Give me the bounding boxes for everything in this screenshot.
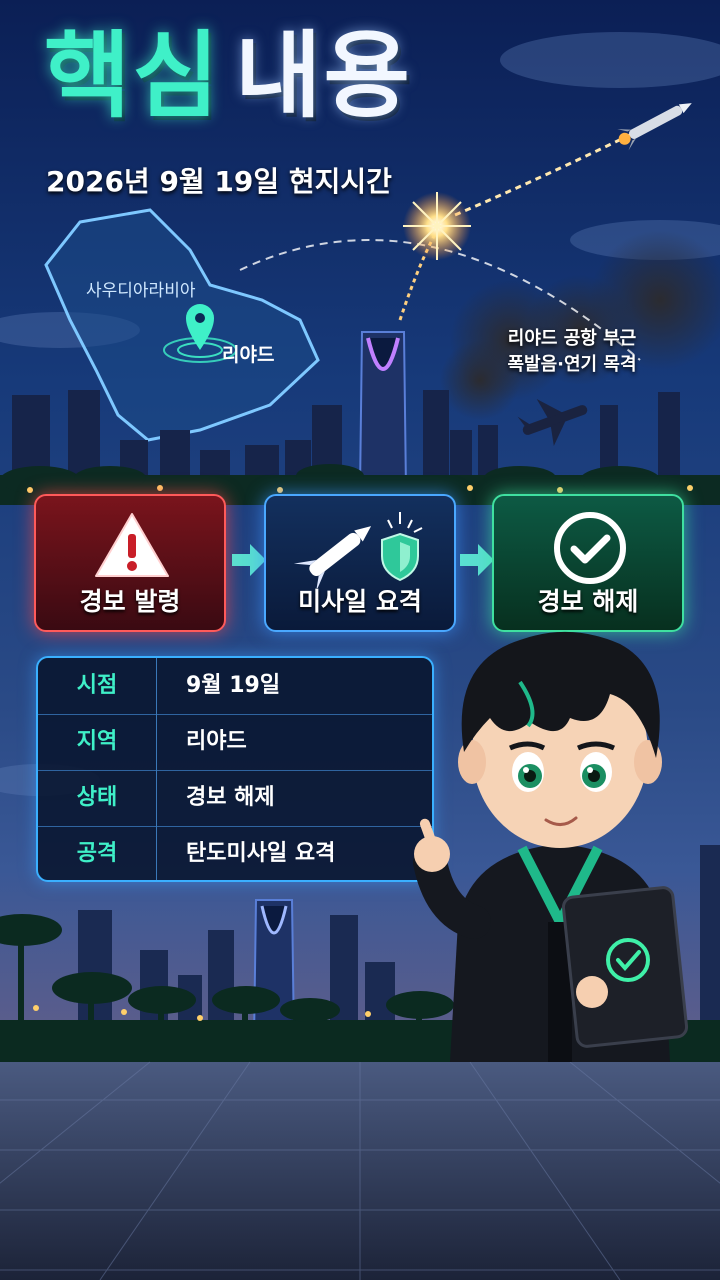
table-row: 공격 탄도미사일 요격 bbox=[38, 826, 432, 880]
table-row: 시점 9월 19일 bbox=[38, 658, 432, 715]
mascot-character bbox=[413, 631, 689, 1062]
table-row: 상태 경보 해제 bbox=[38, 770, 432, 827]
flow-arrow-icon bbox=[232, 544, 266, 576]
flow-step-clear: 경보 해제 bbox=[492, 494, 684, 632]
info-table: 시점 9월 19일 지역 리야드 상태 경보 해제 공격 탄도미사일 요격 bbox=[36, 656, 434, 882]
check-circle-icon bbox=[554, 512, 626, 584]
flow-step-intercept: 미사일 요격 bbox=[264, 494, 456, 632]
table-value: 경보 해제 bbox=[186, 785, 275, 810]
flow-step-clear-label: 경보 해제 bbox=[537, 587, 639, 616]
flow-step-alert: 경보 발령 bbox=[34, 494, 226, 632]
witness-note: 리야드 공항 부근 폭발음·연기 목격 bbox=[472, 326, 672, 378]
table-key: 상태 bbox=[38, 770, 157, 826]
map-city-label: 리야드 bbox=[222, 344, 275, 366]
warning-triangle-icon bbox=[95, 513, 169, 577]
missile-shield-icon bbox=[293, 512, 423, 588]
flow-arrow-icon bbox=[460, 544, 494, 576]
table-value: 탄도미사일 요격 bbox=[186, 841, 336, 866]
table-key: 지역 bbox=[38, 714, 157, 770]
flow-step-alert-label: 경보 발령 bbox=[79, 587, 181, 616]
table-value: 9월 19일 bbox=[186, 673, 281, 698]
date-subtitle: 2026년 9월 19일 현지시간 bbox=[46, 165, 392, 198]
flow-step-intercept-label: 미사일 요격 bbox=[298, 587, 422, 616]
title-part-main: 내용 bbox=[234, 22, 412, 131]
table-row: 지역 리야드 bbox=[38, 714, 432, 771]
table-key: 시점 bbox=[38, 658, 157, 714]
witness-note-line1: 리야드 공항 부근 bbox=[507, 328, 637, 349]
map-country-label: 사우디아라비아 bbox=[86, 281, 196, 301]
table-value: 리야드 bbox=[186, 729, 247, 754]
table-key: 공격 bbox=[38, 826, 157, 880]
page-title: 핵심 내용 bbox=[44, 30, 412, 124]
title-part-accent: 핵심 bbox=[44, 22, 221, 131]
witness-note-line2: 폭발음·연기 목격 bbox=[507, 354, 637, 375]
